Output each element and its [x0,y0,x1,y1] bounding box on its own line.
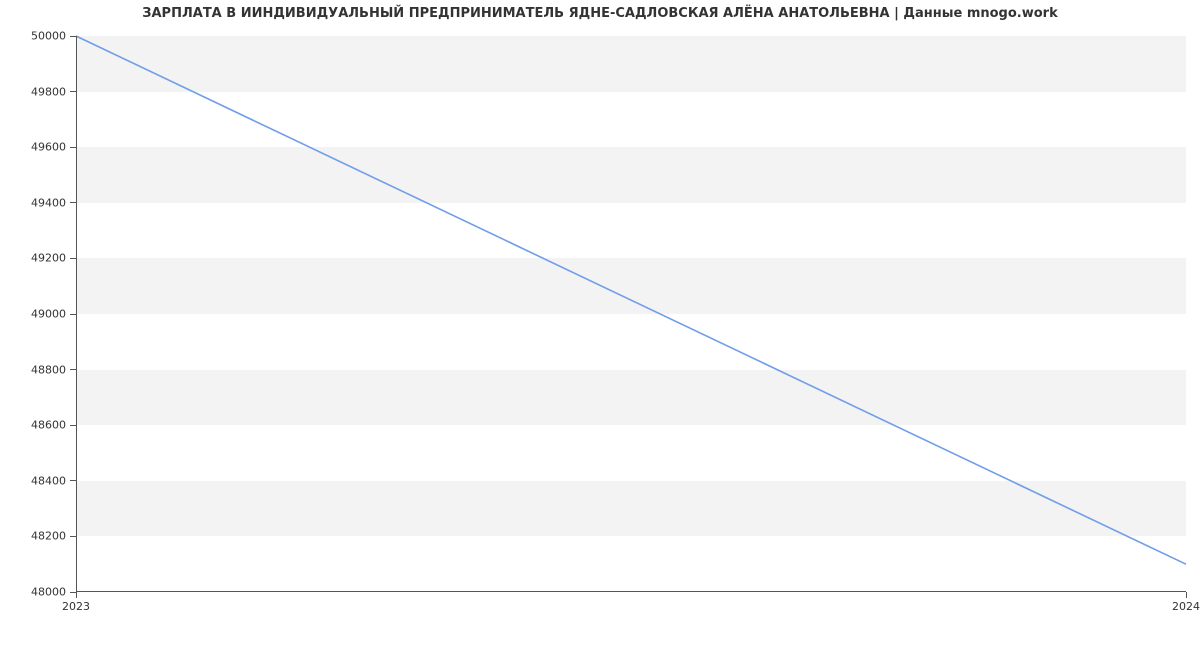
y-tick [70,202,76,203]
y-tick [70,147,76,148]
y-axis-spine [76,36,77,592]
y-tick [70,36,76,37]
y-tick-label: 48400 [31,474,66,487]
y-tick-label: 49000 [31,308,66,321]
y-tick-label: 48200 [31,530,66,543]
line-layer [76,36,1186,592]
y-tick [70,91,76,92]
y-tick-label: 49400 [31,196,66,209]
series-line [76,36,1186,564]
x-tick-label: 2024 [1172,600,1200,613]
y-tick-label: 49600 [31,141,66,154]
y-tick-label: 49200 [31,252,66,265]
y-tick-label: 48800 [31,363,66,376]
x-axis-spine [76,591,1186,592]
y-tick-label: 48600 [31,419,66,432]
y-tick [70,480,76,481]
y-tick [70,425,76,426]
y-tick-label: 48000 [31,586,66,599]
y-tick [70,536,76,537]
y-tick-label: 49800 [31,85,66,98]
y-tick [70,369,76,370]
plot-area: 4800048200484004860048800490004920049400… [76,36,1186,592]
x-tick-label: 2023 [62,600,90,613]
y-tick-label: 50000 [31,30,66,43]
x-tick [1186,592,1187,598]
chart-container: ЗАРПЛАТА В ИИНДИВИДУАЛЬНЫЙ ПРЕДПРИНИМАТЕ… [0,0,1200,650]
y-tick [70,314,76,315]
x-tick [76,592,77,598]
chart-title: ЗАРПЛАТА В ИИНДИВИДУАЛЬНЫЙ ПРЕДПРИНИМАТЕ… [0,6,1200,21]
y-tick [70,258,76,259]
